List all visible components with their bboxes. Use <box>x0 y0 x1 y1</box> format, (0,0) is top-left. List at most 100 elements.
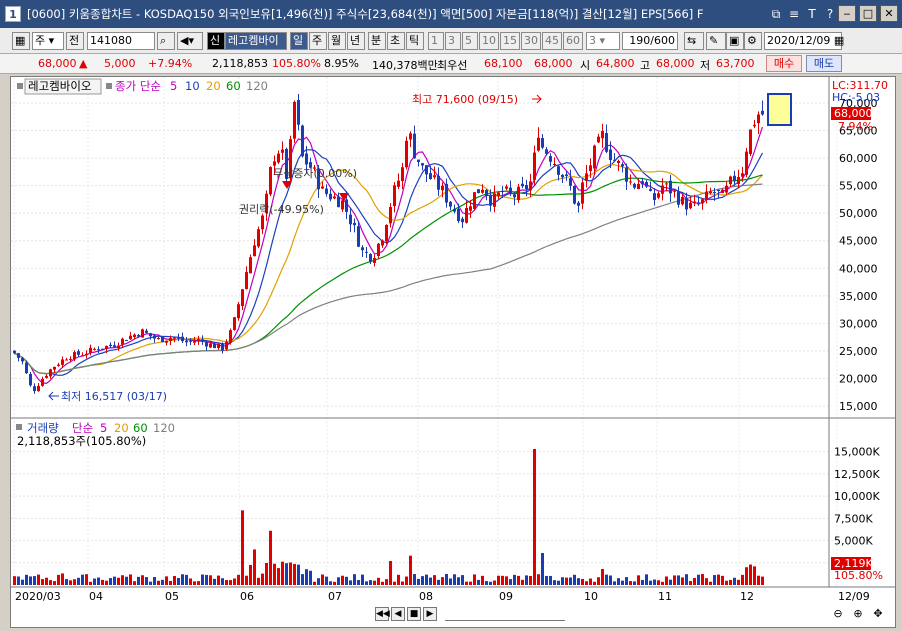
interval-60[interactable]: 60 <box>563 32 583 50</box>
count-field[interactable]: 190/600 <box>622 32 678 50</box>
interval-15[interactable]: 15 <box>500 32 520 50</box>
volume-bar <box>73 579 76 585</box>
speaker-icon[interactable]: ◀▾ <box>177 32 203 50</box>
tab-week[interactable]: 주 <box>309 32 327 50</box>
volume-tick: 7,500K <box>834 512 873 525</box>
interval-5[interactable]: 5 <box>462 32 478 50</box>
candle-body <box>21 358 24 362</box>
interval-3[interactable]: 3 <box>445 32 461 50</box>
candle-body <box>597 136 600 143</box>
candle-body <box>117 345 120 348</box>
zoom-out-icon[interactable]: ⊖ <box>831 607 845 621</box>
candle-body <box>341 200 344 210</box>
tab-second[interactable]: 초 <box>387 32 405 50</box>
sell-button[interactable]: 매도 <box>806 55 842 72</box>
candle-body <box>589 165 592 172</box>
list-icon[interactable]: ≡ <box>787 7 801 21</box>
volume-bar <box>129 574 132 585</box>
candle-body <box>525 185 528 190</box>
save-icon[interactable]: ▣ <box>726 32 744 50</box>
volume-bar <box>401 581 404 585</box>
candle-body <box>45 375 48 378</box>
tab-tick[interactable]: 틱 <box>406 32 424 50</box>
scroll-left-icon[interactable]: ◀ <box>391 607 405 621</box>
candle-body <box>549 156 552 162</box>
volume-bar <box>241 510 244 585</box>
quote-bar: 68,000 ▲ 5,000 +7.94% 2,118,853 105.80% … <box>0 54 902 74</box>
layout-icon[interactable]: ▦ <box>12 32 30 50</box>
candle-body <box>169 337 172 341</box>
expand-icon[interactable]: ✥ <box>871 607 885 621</box>
candle-body <box>209 343 212 348</box>
volume-bar <box>193 581 196 585</box>
volume-bar <box>237 574 240 585</box>
forecast-box[interactable] <box>767 93 792 126</box>
interval-select[interactable]: 3 ▾ <box>586 32 620 50</box>
candle-body <box>681 196 684 205</box>
minimize-button[interactable]: ‒ <box>838 5 856 22</box>
volume-bar <box>497 575 500 585</box>
x-tick: 10 <box>584 590 598 603</box>
candle-body <box>73 352 76 360</box>
date-field[interactable]: 2020/12/09 ▦ <box>764 32 844 50</box>
ma10-legend: 10 <box>185 79 200 93</box>
buy-button[interactable]: 매수 <box>766 55 802 72</box>
tab-minute[interactable]: 분 <box>368 32 386 50</box>
vol-ma60: 60 <box>133 421 148 435</box>
candle-body <box>649 189 652 191</box>
chart-area[interactable]: 15,000 20,000 25,000 30,000 35,000 40,000 45,0… <box>10 76 896 628</box>
candle-body <box>157 338 160 340</box>
interval-10[interactable]: 10 <box>479 32 499 50</box>
candle-body <box>689 202 692 209</box>
volume-bar <box>753 566 756 585</box>
volume-bar <box>345 576 348 585</box>
compare-icon[interactable]: ⇆ <box>684 32 704 50</box>
volume-bar <box>349 580 352 585</box>
link-icon[interactable]: ⧉ <box>769 7 783 21</box>
tools-icon[interactable]: ✎ <box>706 32 726 50</box>
scroll-start-icon[interactable]: ◀◀ <box>375 607 390 621</box>
volume-bar <box>389 561 392 585</box>
candle-body <box>293 101 296 139</box>
zoom-slider[interactable] <box>445 607 565 621</box>
zoom-in-icon[interactable]: ⊕ <box>851 607 865 621</box>
candlestick-chart[interactable]: 15,000 20,000 25,000 30,000 35,000 40,000 45,0… <box>11 77 895 627</box>
maximize-button[interactable]: □ <box>859 5 877 22</box>
stop-icon[interactable]: ■ <box>407 607 421 621</box>
volume-bar <box>573 574 576 585</box>
tab-month[interactable]: 월 <box>328 32 346 50</box>
price-tick: 30,000 <box>839 317 878 330</box>
tab-day[interactable]: 일 <box>290 32 308 50</box>
candle-body <box>757 114 760 124</box>
interval-45[interactable]: 45 <box>542 32 562 50</box>
candle-body <box>469 206 472 211</box>
prev-button[interactable]: 전 <box>66 32 84 50</box>
interval-30[interactable]: 30 <box>521 32 541 50</box>
candle-body <box>545 149 548 154</box>
candle-body <box>521 183 524 187</box>
candle-body <box>745 151 748 175</box>
code-input[interactable]: 141080 <box>87 32 155 50</box>
volume-bar <box>217 575 220 585</box>
volume-bar <box>641 579 644 585</box>
candle-body <box>325 188 328 194</box>
help-icon[interactable]: ? <box>823 7 837 21</box>
candle-body <box>145 330 148 333</box>
volume-bar <box>137 576 140 585</box>
candle-body <box>237 304 240 319</box>
price-tick: 60,000 <box>839 152 878 165</box>
close-button[interactable]: ✕ <box>880 5 898 22</box>
tab-year[interactable]: 년 <box>347 32 365 50</box>
candle-body <box>593 145 596 169</box>
gear-icon[interactable]: ⚙ <box>744 32 762 50</box>
type-select[interactable]: 주 ▾ <box>32 32 64 50</box>
search-icon[interactable]: ⌕ <box>157 32 175 50</box>
x-tick: 06 <box>240 590 254 603</box>
candle-body <box>445 183 448 203</box>
interval-1[interactable]: 1 <box>428 32 444 50</box>
low-label: 저 <box>700 59 711 72</box>
font-icon[interactable]: T <box>805 7 819 21</box>
volume-bar <box>729 579 732 585</box>
volume-bar <box>245 575 248 585</box>
scroll-right-icon[interactable]: ▶ <box>423 607 437 621</box>
